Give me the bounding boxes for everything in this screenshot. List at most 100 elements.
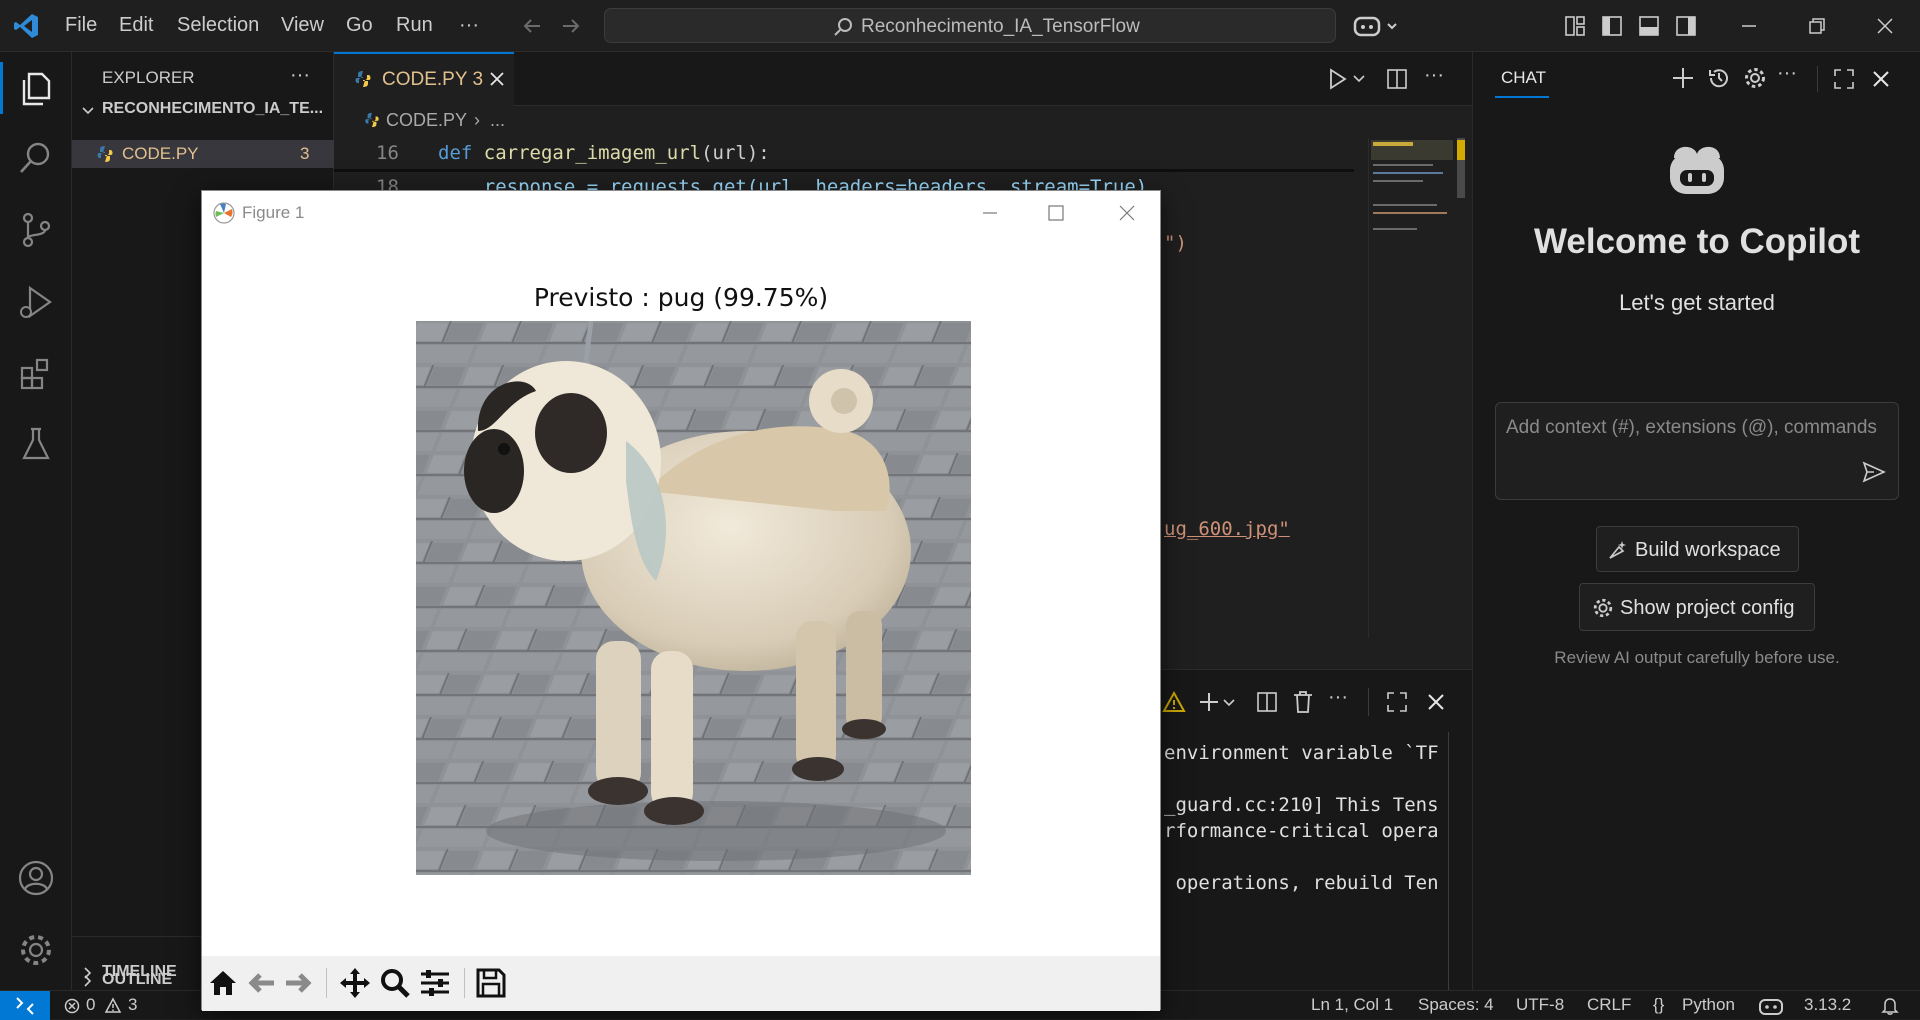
copilot-menu-icon[interactable]: [1352, 12, 1400, 40]
tab-code-py[interactable]: CODE.PY 3: [334, 52, 514, 106]
new-chat-plus-icon[interactable]: [1671, 66, 1695, 90]
menu-more[interactable]: ···: [459, 14, 479, 37]
chat-tab[interactable]: CHAT: [1501, 68, 1546, 88]
extensions-icon[interactable]: [16, 354, 56, 394]
show-project-config-button[interactable]: Show project config: [1579, 583, 1815, 631]
close-chat-icon[interactable]: [1871, 69, 1891, 89]
new-terminal-icon[interactable]: [1198, 690, 1238, 714]
forward-arrow-icon[interactable]: [282, 966, 316, 1000]
figure-titlebar[interactable]: Figure 1: [202, 191, 1160, 235]
figure-minimize-icon[interactable]: [980, 203, 1000, 223]
toggle-secondary-sidebar-icon[interactable]: [1675, 15, 1697, 37]
language-mode[interactable]: Python: [1682, 995, 1735, 1015]
menu-run[interactable]: Run: [396, 14, 433, 37]
maximize-panel-icon[interactable]: [1386, 691, 1408, 713]
warning-icon[interactable]: [1162, 690, 1186, 714]
build-workspace-button[interactable]: Build workspace: [1596, 526, 1799, 572]
testing-flask-icon[interactable]: [16, 424, 56, 464]
menu-file[interactable]: File: [65, 14, 97, 37]
run-debug-icon[interactable]: [16, 282, 56, 322]
breadcrumb-separator: ›: [474, 110, 480, 130]
zoom-magnifier-icon[interactable]: [378, 966, 412, 1000]
chat-input-placeholder: Add context (#), extensions (@), command…: [1506, 417, 1877, 438]
line-ending[interactable]: CRLF: [1587, 995, 1631, 1015]
send-icon[interactable]: [1862, 461, 1886, 483]
toggle-layout-icon[interactable]: [1564, 15, 1586, 37]
home-icon[interactable]: [206, 966, 240, 1000]
toggle-primary-sidebar-icon[interactable]: [1601, 15, 1623, 37]
file-row-code-py[interactable]: CODE.PY 3: [72, 140, 334, 168]
toolbar-divider: [464, 968, 465, 998]
editor-more-button[interactable]: ···: [1424, 64, 1444, 87]
encoding[interactable]: UTF-8: [1516, 995, 1564, 1015]
close-tab-icon[interactable]: [488, 70, 506, 88]
figure-maximize-icon[interactable]: [1046, 203, 1066, 223]
indentation[interactable]: Spaces: 4: [1418, 995, 1494, 1015]
pan-move-icon[interactable]: [338, 966, 372, 1000]
explorer-title: EXPLORER: [102, 68, 195, 87]
chat-history-icon[interactable]: [1707, 66, 1731, 90]
search-text: Reconhecimento_IA_TensorFlow: [861, 16, 1140, 37]
terminal-more-button[interactable]: ···: [1328, 686, 1348, 709]
minimap-line: [1373, 142, 1413, 146]
configure-subplots-icon[interactable]: [418, 966, 452, 1000]
source-control-icon[interactable]: [16, 210, 56, 250]
figure-window-title: Figure 1: [242, 203, 305, 222]
close-panel-icon[interactable]: [1426, 692, 1446, 712]
split-editor-icon[interactable]: [1386, 68, 1408, 90]
nav-forward-icon[interactable]: [559, 14, 583, 38]
menu-edit[interactable]: Edit: [119, 14, 153, 37]
search-view-icon[interactable]: [16, 138, 56, 178]
notifications-bell-icon[interactable]: [1880, 996, 1900, 1016]
kill-terminal-trash-icon[interactable]: [1292, 690, 1314, 714]
code-url-fragment[interactable]: ug_600.jpg": [1164, 518, 1290, 540]
save-floppy-icon[interactable]: [474, 966, 508, 1000]
terminal-line: rformance-critical opera: [1164, 820, 1439, 842]
menu-selection[interactable]: Selection: [177, 14, 259, 37]
explorer-more-button[interactable]: ···: [290, 64, 310, 87]
menu-go[interactable]: Go: [346, 14, 373, 37]
welcome-subtitle: Let's get started: [1619, 290, 1775, 315]
chat-settings-gear-icon[interactable]: [1743, 66, 1767, 90]
back-arrow-icon[interactable]: [244, 966, 278, 1000]
active-indicator: [0, 62, 3, 114]
breadcrumb-rest[interactable]: ...: [490, 110, 505, 131]
manage-gear-icon[interactable]: [16, 930, 56, 970]
folder-row[interactable]: RECONHECIMENTO_IA_TE...: [80, 97, 334, 125]
python-file-icon: [96, 145, 114, 163]
copilot-status-icon[interactable]: [1758, 996, 1784, 1016]
explorer-icon[interactable]: [16, 68, 56, 108]
nav-back-icon[interactable]: [520, 14, 544, 38]
code-fragment: "): [1164, 232, 1187, 254]
minimap[interactable]: [1368, 138, 1465, 638]
minimize-icon[interactable]: [1738, 15, 1760, 37]
problems-indicator[interactable]: 0 3: [62, 991, 152, 1020]
run-python-icon[interactable]: [1326, 68, 1370, 90]
copilot-chat-panel: CHAT ··· Welcome to Copilot Let's get st…: [1472, 52, 1920, 990]
figure-close-icon[interactable]: [1117, 203, 1137, 223]
chat-more-button[interactable]: ···: [1777, 62, 1797, 85]
accounts-icon[interactable]: [16, 858, 56, 898]
split-terminal-icon[interactable]: [1256, 691, 1278, 713]
scrollbar-warning-marker: [1457, 140, 1465, 160]
chat-input-box[interactable]: Add context (#), extensions (@), command…: [1495, 402, 1899, 500]
toggle-panel-icon[interactable]: [1638, 15, 1660, 37]
remote-indicator-button[interactable]: [0, 991, 50, 1020]
minimap-line: [1373, 228, 1417, 230]
python-version[interactable]: 3.13.2: [1804, 995, 1851, 1015]
code-line[interactable]: def carregar_imagem_url(url):: [438, 142, 770, 164]
terminal-line: _guard.cc:210] This Tens: [1164, 794, 1439, 816]
cursor-position[interactable]: Ln 1, Col 1: [1311, 995, 1393, 1015]
maximize-chat-icon[interactable]: [1833, 68, 1855, 90]
chevron-right-icon: [84, 967, 92, 979]
close-window-icon[interactable]: [1874, 15, 1896, 37]
command-center-search[interactable]: Reconhecimento_IA_TensorFlow: [604, 8, 1336, 43]
copilot-logo-icon: [1664, 140, 1730, 200]
divider: [1368, 688, 1369, 716]
breadcrumb-file[interactable]: CODE.PY: [386, 110, 467, 131]
code-keyword: def: [438, 142, 484, 164]
terminal-scrollbar-track[interactable]: [1448, 732, 1449, 992]
build-workspace-label: Build workspace: [1635, 539, 1781, 561]
menu-view[interactable]: View: [281, 14, 324, 37]
restore-icon[interactable]: [1806, 15, 1828, 37]
